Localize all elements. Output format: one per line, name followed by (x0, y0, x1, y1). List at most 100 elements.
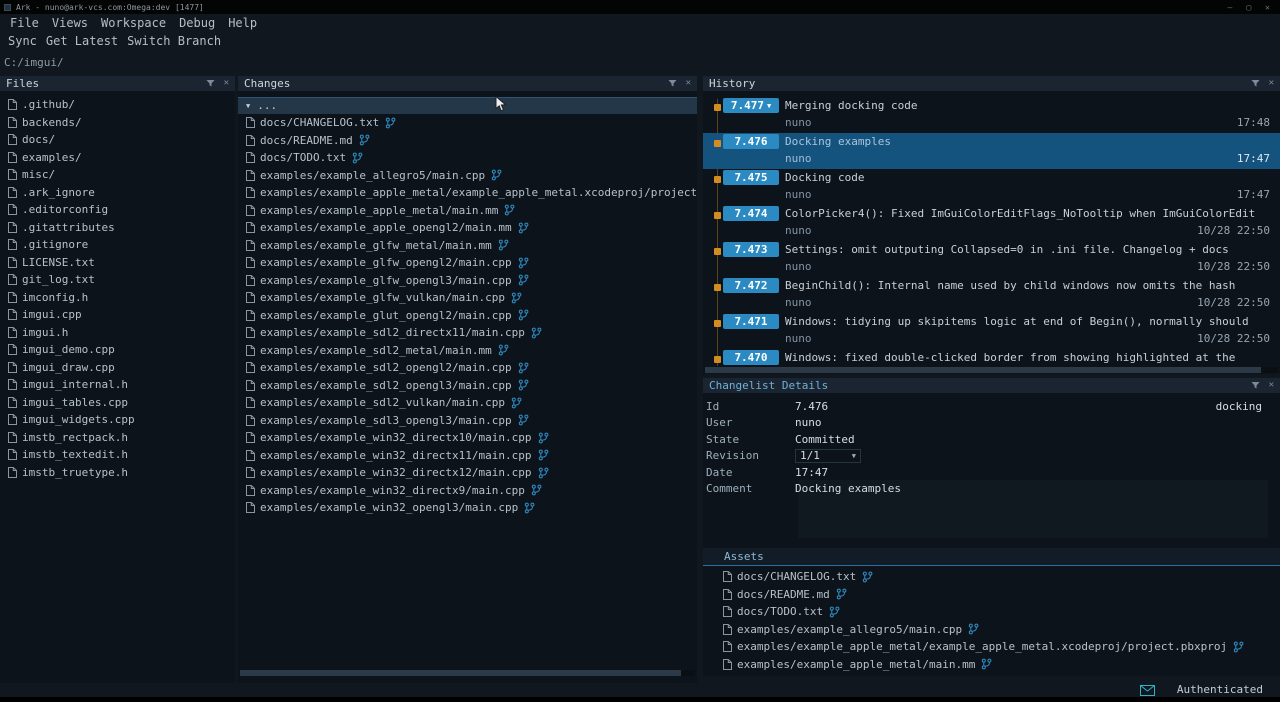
revision-badge[interactable]: 7.471 (723, 314, 779, 329)
asset-row[interactable]: docs/CHANGELOG.txt (703, 568, 1280, 586)
file-tree-item[interactable]: examples/ (0, 149, 235, 167)
file-icon (8, 449, 17, 460)
filter-icon[interactable] (206, 79, 215, 88)
changed-file-row[interactable]: examples/example_win32_directx10/main.cp… (238, 429, 697, 447)
changed-file-row[interactable]: docs/CHANGELOG.txt (238, 114, 697, 132)
maximize-icon[interactable]: ▢ (1246, 3, 1251, 12)
changed-file-row[interactable]: examples/example_sdl2_opengl3/main.cpp (238, 377, 697, 395)
file-tree-item[interactable]: .gitattributes (0, 219, 235, 237)
revision-badge[interactable]: 7.476 (723, 134, 779, 149)
asset-row[interactable]: examples/example_apple_metal/example_app… (703, 638, 1280, 656)
history-row[interactable]: 7.475Docking codenuno17:47 (703, 169, 1280, 205)
file-tree-item[interactable]: imgui.h (0, 324, 235, 342)
changed-file-row[interactable]: examples/example_sdl2_vulkan/main.cpp (238, 394, 697, 412)
filter-icon[interactable] (668, 79, 677, 88)
file-tree-item[interactable]: imgui_draw.cpp (0, 359, 235, 377)
file-tree-item[interactable]: misc/ (0, 166, 235, 184)
history-row[interactable]: 7.474ColorPicker4(): Fixed ImGuiColorEdi… (703, 205, 1280, 241)
file-tree-item[interactable]: imconfig.h (0, 289, 235, 307)
revision-badge[interactable]: 7.470 (723, 350, 779, 365)
file-tree-item[interactable]: imstb_textedit.h (0, 446, 235, 464)
changed-file-row[interactable]: examples/example_apple_metal/main.mm (238, 202, 697, 220)
close-panel-icon[interactable]: ✕ (1269, 381, 1274, 390)
file-tree-item[interactable]: imstb_rectpack.h (0, 429, 235, 447)
file-tree-item[interactable]: backends/ (0, 114, 235, 132)
changed-file-row[interactable]: examples/example_sdl2_opengl2/main.cpp (238, 359, 697, 377)
changed-file-row[interactable]: examples/example_sdl2_directx11/main.cpp (238, 324, 697, 342)
changed-file-row[interactable]: examples/example_win32_directx11/main.cp… (238, 447, 697, 465)
revision-selector[interactable]: 1/1▼ (795, 449, 861, 463)
filter-icon[interactable] (1251, 79, 1260, 88)
horizontal-scrollbar[interactable] (705, 367, 1278, 373)
minimize-icon[interactable]: — (1228, 3, 1233, 12)
changed-file-row[interactable]: examples/example_win32_opengl3/main.cpp (238, 499, 697, 517)
asset-row[interactable]: examples/example_apple_metal/main.mm (703, 656, 1280, 673)
file-tree-item[interactable]: .gitignore (0, 236, 235, 254)
changed-file-row[interactable]: examples/example_sdl2_metal/main.mm (238, 342, 697, 360)
changed-file-row[interactable]: examples/example_glfw_opengl2/main.cpp (238, 254, 697, 272)
file-tree-item[interactable]: git_log.txt (0, 271, 235, 289)
file-name: .github/ (22, 98, 75, 111)
history-row[interactable]: 7.471Windows: tidying up skipitems logic… (703, 313, 1280, 349)
close-panel-icon[interactable]: ✕ (686, 79, 691, 88)
changed-file-row[interactable]: docs/README.md (238, 132, 697, 150)
file-tree-item[interactable]: .github/ (0, 96, 235, 114)
menu-debug[interactable]: Debug (179, 16, 215, 30)
assets-title: Assets (724, 550, 764, 563)
changed-file-row[interactable]: examples/example_apple_opengl2/main.mm (238, 219, 697, 237)
changed-file-row[interactable]: examples/example_glut_opengl2/main.cpp (238, 307, 697, 325)
asset-row[interactable]: docs/TODO.txt (703, 603, 1280, 621)
toolbar-switch-branch-button[interactable]: Switch Branch (127, 34, 221, 48)
file-tree-item[interactable]: imgui_internal.h (0, 376, 235, 394)
revision-badge[interactable]: 7.477▼ (723, 98, 779, 113)
changed-file-row[interactable]: examples/example_win32_directx12/main.cp… (238, 464, 697, 482)
revision-badge[interactable]: 7.475 (723, 170, 779, 185)
revision-badge[interactable]: 7.472 (723, 278, 779, 293)
history-row[interactable]: 7.477▼Merging docking codenuno17:48 (703, 97, 1280, 133)
close-window-icon[interactable]: ✕ (1265, 3, 1270, 12)
file-tree-item[interactable]: imgui_demo.cpp (0, 341, 235, 359)
field-value: nuno (795, 416, 822, 429)
close-panel-icon[interactable]: ✕ (1269, 79, 1274, 88)
menu-views[interactable]: Views (52, 16, 88, 30)
file-tree-item[interactable]: imgui.cpp (0, 306, 235, 324)
changed-file-row[interactable]: examples/example_glfw_opengl3/main.cpp (238, 272, 697, 290)
revision-badge[interactable]: 7.473 (723, 242, 779, 257)
menu-help[interactable]: Help (228, 16, 257, 30)
changes-root-row[interactable]: ▼ ... (238, 97, 697, 114)
history-row[interactable]: 7.473Settings: omit outputing Collapsed=… (703, 241, 1280, 277)
history-row[interactable]: 7.472BeginChild(): Internal name used by… (703, 277, 1280, 313)
changed-file-row[interactable]: docs/TODO.txt (238, 149, 697, 167)
changed-file-row[interactable]: examples/example_allegro5/main.cpp (238, 167, 697, 185)
changed-file-row[interactable]: examples/example_glfw_vulkan/main.cpp (238, 289, 697, 307)
menu-workspace[interactable]: Workspace (101, 16, 166, 30)
history-row[interactable]: 7.476Docking examplesnuno17:47 (703, 133, 1280, 169)
file-tree-item[interactable]: .editorconfig (0, 201, 235, 219)
changes-list: ▼ ... docs/CHANGELOG.txtdocs/README.mddo… (238, 91, 697, 669)
scrollbar-thumb[interactable] (240, 670, 681, 676)
toolbar-sync-button[interactable]: Sync (8, 34, 37, 48)
file-tree-item[interactable]: imgui_widgets.cpp (0, 411, 235, 429)
scrollbar-thumb[interactable] (705, 367, 1261, 373)
file-tree-item[interactable]: imgui_tables.cpp (0, 394, 235, 412)
revision-badge[interactable]: 7.474 (723, 206, 779, 221)
file-tree-item[interactable]: docs/ (0, 131, 235, 149)
chevron-down-icon[interactable]: ▼ (767, 102, 771, 110)
menu-file[interactable]: File (10, 16, 39, 30)
asset-row[interactable]: examples/example_allegro5/main.cpp (703, 621, 1280, 639)
asset-row[interactable]: docs/README.md (703, 586, 1280, 604)
expander-icon[interactable]: ▼ (246, 102, 250, 110)
file-tree-item[interactable]: imstb_truetype.h (0, 464, 235, 482)
toolbar-get-latest-button[interactable]: Get Latest (46, 34, 118, 48)
changed-file-row[interactable]: examples/example_glfw_metal/main.mm (238, 237, 697, 255)
changed-file-row[interactable]: examples/example_win32_directx9/main.cpp (238, 482, 697, 500)
history-row[interactable]: 7.470Windows: fixed double-clicked borde… (703, 349, 1280, 366)
close-panel-icon[interactable]: ✕ (224, 79, 229, 88)
changed-file-row[interactable]: examples/example_apple_metal/example_app… (238, 184, 697, 202)
filter-icon[interactable] (1251, 381, 1260, 390)
horizontal-scrollbar[interactable] (240, 670, 695, 676)
file-tree-item[interactable]: .ark_ignore (0, 184, 235, 202)
file-tree-item[interactable]: LICENSE.txt (0, 254, 235, 272)
changed-file-row[interactable]: examples/example_sdl3_opengl3/main.cpp (238, 412, 697, 430)
history-panel: History ✕ 7.477▼Merging docking codenuno… (703, 76, 1280, 374)
